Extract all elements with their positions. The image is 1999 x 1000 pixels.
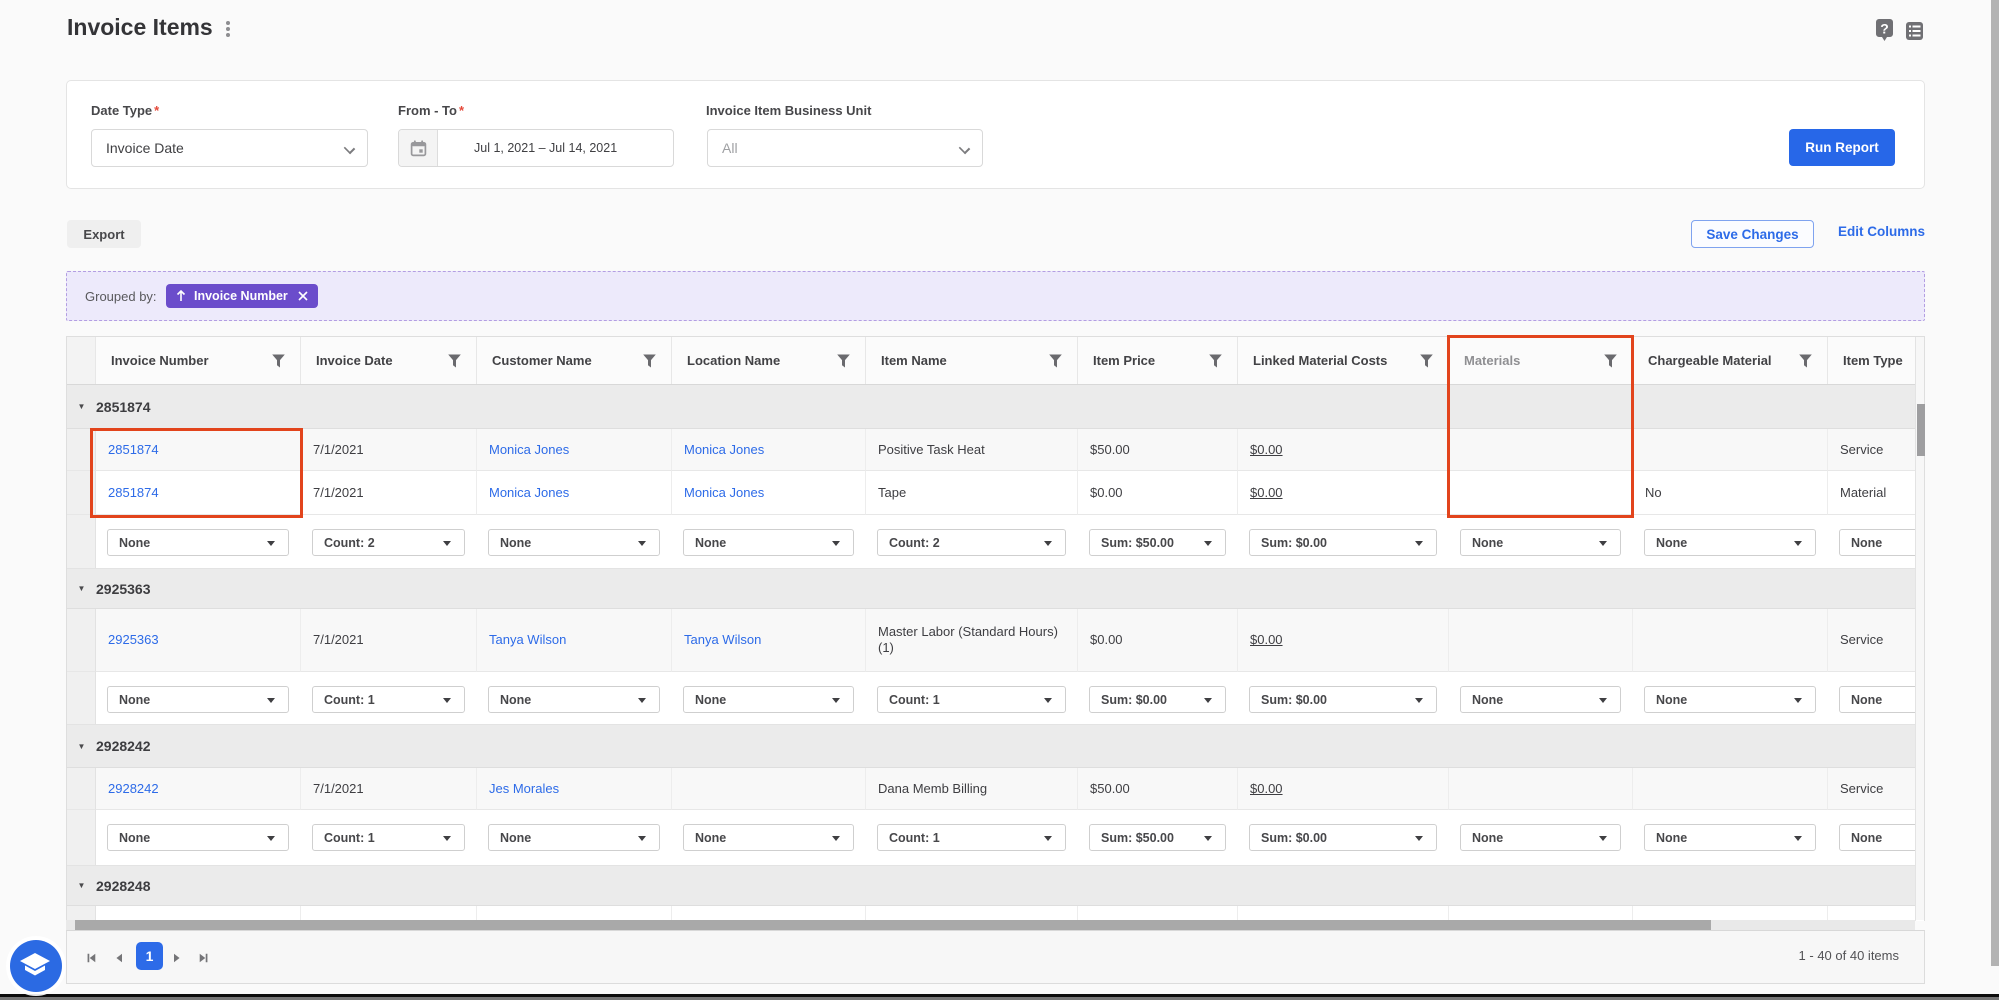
svg-text:?: ? [1880, 21, 1889, 37]
